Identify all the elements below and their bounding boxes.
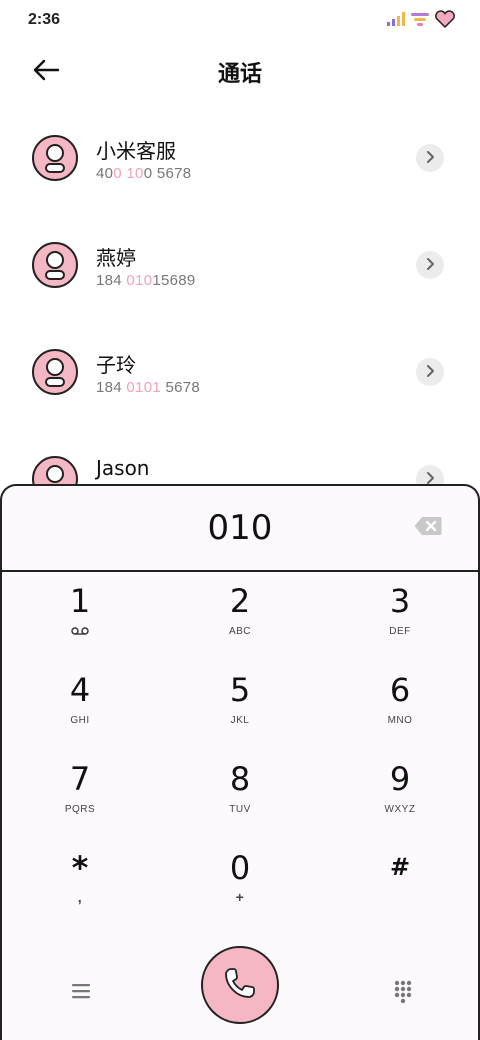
contact-detail-button[interactable] xyxy=(416,144,444,172)
key-8[interactable]: 8 TUV xyxy=(180,750,300,830)
key-2[interactable]: 2 ABC xyxy=(180,572,300,652)
key-9[interactable]: 9 WXYZ xyxy=(340,750,460,830)
key-letters: WXYZ xyxy=(384,804,416,815)
key-letters: PQRS xyxy=(64,804,96,815)
key-digit: 2 xyxy=(229,582,251,620)
key-star[interactable]: * , xyxy=(20,839,140,919)
dial-display: 010 xyxy=(2,486,478,572)
dialer-bottom-bar xyxy=(2,946,478,1036)
key-letters: GHI xyxy=(70,715,90,726)
key-letters: JKL xyxy=(230,715,250,726)
status-time: 2:36 xyxy=(28,11,61,28)
key-digit: * xyxy=(71,849,89,887)
key-letters: DEF xyxy=(389,626,411,637)
contact-name: 小米客服 xyxy=(96,139,176,163)
key-1[interactable]: 1 xyxy=(20,572,140,652)
key-digit: 5 xyxy=(229,671,251,709)
dialer-panel: 010 1 2 ABC 3 DEF 4 GHI 5 JKL 6 MNO 7 PQ… xyxy=(0,484,480,1040)
menu-button[interactable] xyxy=(66,976,96,1006)
contact-detail-button[interactable] xyxy=(416,251,444,279)
phone-icon xyxy=(222,965,258,1005)
key-letters: TUV xyxy=(229,804,251,815)
menu-icon xyxy=(66,984,96,1010)
contact-name: 子玲 xyxy=(96,353,136,377)
key-digit: 6 xyxy=(389,671,411,709)
key-digit: 7 xyxy=(69,760,91,798)
key-letters: ABC xyxy=(228,626,252,637)
chevron-right-icon xyxy=(424,363,436,382)
contact-name: Jason xyxy=(96,456,150,480)
dialed-number: 010 xyxy=(207,508,273,548)
key-digit: 0 xyxy=(229,849,251,887)
battery-heart-icon xyxy=(434,10,456,28)
contact-row[interactable]: 燕婷 184 01015689 xyxy=(0,211,480,318)
call-button[interactable] xyxy=(201,946,279,1024)
key-digit: 4 xyxy=(69,671,91,709)
header: 通话 xyxy=(0,42,480,102)
page-title: 通话 xyxy=(217,62,262,87)
key-digit: 3 xyxy=(389,582,411,620)
key-7[interactable]: 7 PQRS xyxy=(20,750,140,830)
key-digit: 1 xyxy=(69,582,91,620)
key-6[interactable]: 6 MNO xyxy=(340,661,460,741)
contact-number: 184 01015689 xyxy=(96,272,196,289)
wifi-icon xyxy=(410,11,430,27)
avatar xyxy=(32,135,78,181)
contact-row[interactable]: 子玲 184 0101 5678 xyxy=(0,318,480,425)
avatar xyxy=(32,349,78,395)
status-bar: 2:36 xyxy=(0,0,480,42)
key-4[interactable]: 4 GHI xyxy=(20,661,140,741)
dialpad-grid-icon xyxy=(388,980,418,1010)
key-letters: MNO xyxy=(387,715,413,726)
key-digit: 9 xyxy=(389,760,411,798)
key-0[interactable]: 0 + xyxy=(180,839,300,919)
key-hash[interactable]: # xyxy=(340,839,460,919)
key-5[interactable]: 5 JKL xyxy=(180,661,300,741)
key-letters: + xyxy=(235,889,245,905)
chevron-right-icon xyxy=(424,256,436,275)
keypad-toggle-button[interactable] xyxy=(388,976,418,1006)
contact-row[interactable]: 小米客服 400 100 5678 xyxy=(0,104,480,211)
key-digit: 8 xyxy=(229,760,251,798)
chevron-right-icon xyxy=(424,149,436,168)
contact-number: 184 0101 5678 xyxy=(96,379,201,396)
status-icons xyxy=(386,10,456,28)
key-digit: # xyxy=(389,853,411,881)
backspace-icon xyxy=(414,517,442,540)
signal-icon xyxy=(386,11,406,27)
contact-name: 燕婷 xyxy=(96,246,136,270)
avatar xyxy=(32,242,78,288)
contact-detail-button[interactable] xyxy=(416,358,444,386)
key-letters: , xyxy=(77,889,83,905)
contact-number: 400 100 5678 xyxy=(96,165,192,182)
backspace-button[interactable] xyxy=(414,516,442,540)
voicemail-icon xyxy=(20,626,140,636)
key-3[interactable]: 3 DEF xyxy=(340,572,460,652)
